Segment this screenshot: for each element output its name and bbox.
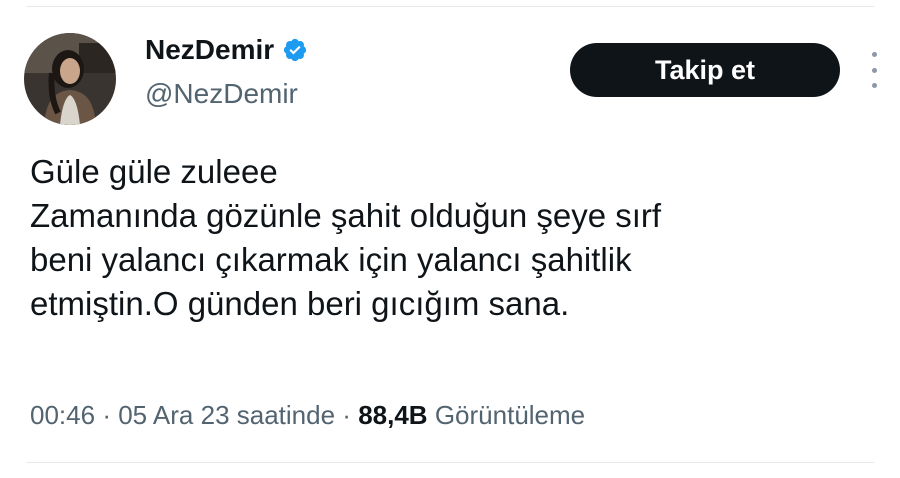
tweet-date[interactable]: 05 Ara 23 saatinde bbox=[118, 400, 335, 430]
follow-button[interactable]: Takip et bbox=[570, 43, 840, 97]
tweet-meta: 00:46 · 05 Ara 23 saatinde · 88,4B Görün… bbox=[30, 398, 585, 432]
tweet-line: beni yalancı çıkarmak için yalancı şahit… bbox=[30, 241, 632, 278]
meta-separator: · bbox=[102, 400, 111, 430]
more-vertical-icon[interactable] bbox=[866, 52, 882, 88]
more-dot bbox=[871, 83, 877, 88]
author-handle[interactable]: @NezDemir bbox=[145, 80, 298, 108]
avatar[interactable] bbox=[24, 33, 116, 125]
display-name[interactable]: NezDemir bbox=[145, 36, 274, 64]
author-name-row: NezDemir bbox=[145, 36, 308, 64]
avatar-image bbox=[24, 33, 116, 125]
views-label: Görüntüleme bbox=[434, 400, 586, 430]
more-dot bbox=[871, 52, 877, 57]
tweet-time[interactable]: 00:46 bbox=[30, 400, 95, 430]
top-divider bbox=[26, 6, 874, 7]
verified-badge-icon bbox=[282, 37, 308, 63]
tweet-line: Güle güle zuleee bbox=[30, 153, 278, 190]
tweet-line: Zamanında gözünle şahit olduğun şeye sır… bbox=[30, 197, 662, 234]
meta-separator: · bbox=[342, 400, 351, 430]
bottom-divider bbox=[26, 462, 874, 463]
views-count: 88,4B bbox=[358, 400, 428, 430]
tweet-text: Güle güle zuleee Zamanında gözünle şahit… bbox=[30, 150, 860, 326]
tweet-line: etmiştin.O günden beri gıcığım sana. bbox=[30, 285, 570, 322]
more-dot bbox=[871, 67, 877, 73]
